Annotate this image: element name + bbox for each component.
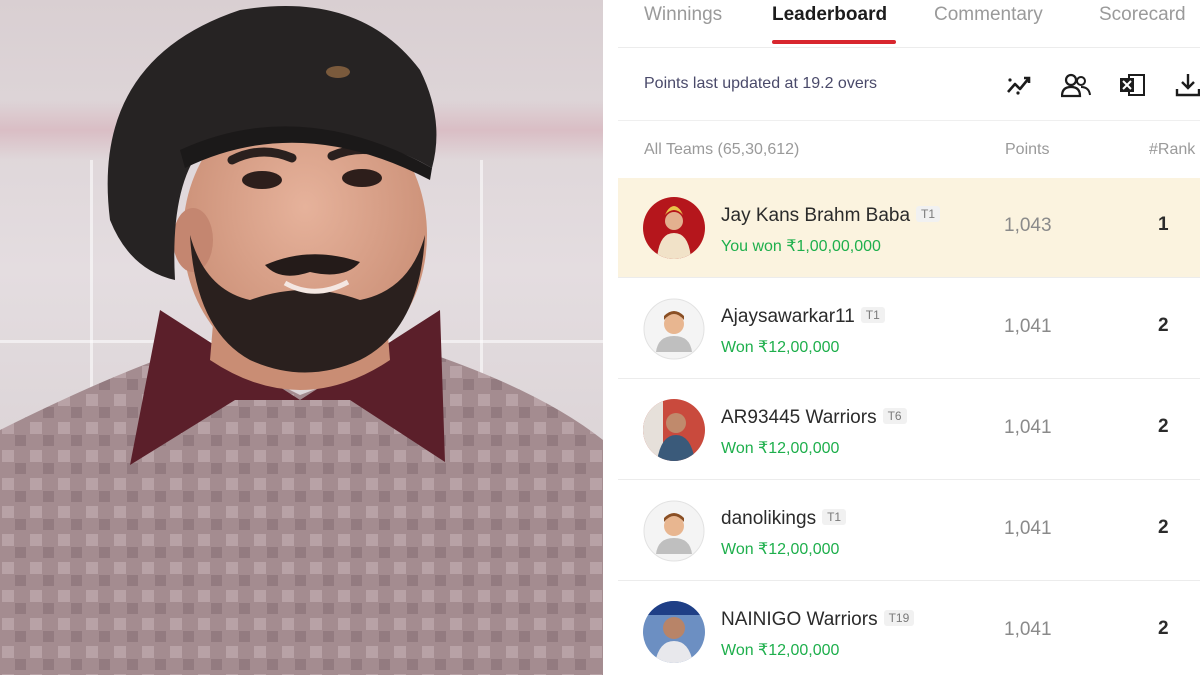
leaderboard-panel: Winnings Leaderboard Commentary Scorecar…: [603, 0, 1200, 675]
team-rank: 2: [1158, 315, 1169, 336]
winnings-amount: Won ₹12,00,000: [721, 541, 840, 558]
status-bar: Points last updated at 19.2 overs: [618, 48, 1200, 121]
leaderboard-row[interactable]: Ajaysawarkar11 T1 Won ₹12,00,000 1,041 2: [618, 279, 1200, 379]
team-points: 1,041: [1004, 619, 1052, 640]
winnings-amount: Won ₹12,00,000: [721, 440, 840, 457]
winnings-amount: You won ₹1,00,00,000: [721, 238, 881, 255]
tab-bar: Winnings Leaderboard Commentary Scorecar…: [618, 0, 1200, 48]
team-tag: T1: [916, 206, 941, 222]
leaderboard-row[interactable]: NAINIGO Warriors T19 Won ₹12,00,000 1,041…: [618, 582, 1200, 675]
team-tag: T19: [883, 610, 915, 626]
team-tag: T1: [860, 307, 885, 323]
team-rank: 2: [1158, 517, 1169, 538]
tab-commentary[interactable]: Commentary: [934, 4, 1043, 26]
tab-leaderboard[interactable]: Leaderboard: [772, 4, 887, 26]
avatar: [643, 197, 705, 259]
tab-scorecard[interactable]: Scorecard: [1099, 4, 1186, 26]
leaderboard-row[interactable]: danolikings T1 Won ₹12,00,000 1,041 2: [618, 481, 1200, 581]
points-header: Points: [1005, 141, 1050, 158]
team-name: AR93445 Warriors T6: [721, 407, 907, 429]
team-rank: 1: [1158, 214, 1169, 235]
team-name: Ajaysawarkar11 T1: [721, 306, 885, 328]
compare-teams-icon[interactable]: [1060, 72, 1091, 98]
team-name: danolikings T1: [721, 508, 847, 530]
avatar: [643, 601, 705, 663]
active-tab-indicator: [772, 40, 896, 44]
points-updated-text: Points last updated at 19.2 overs: [644, 75, 878, 92]
team-points: 1,041: [1004, 316, 1052, 337]
leaderboard-row[interactable]: AR93445 Warriors T6 Won ₹12,00,000 1,041 …: [618, 380, 1200, 480]
default-avatar-icon: [643, 500, 705, 562]
team-points: 1,041: [1004, 417, 1052, 438]
tab-winnings[interactable]: Winnings: [644, 4, 722, 26]
excel-icon[interactable]: [1117, 72, 1147, 98]
team-points: 1,041: [1004, 518, 1052, 539]
trend-icon[interactable]: [1005, 72, 1035, 98]
winnings-amount: Won ₹12,00,000: [721, 339, 840, 356]
download-icon[interactable]: [1173, 72, 1200, 98]
avatar: [643, 399, 705, 461]
team-tag: T6: [882, 408, 907, 424]
team-name: Jay Kans Brahm Baba T1: [721, 205, 941, 227]
team-rank: 2: [1158, 416, 1169, 437]
team-rank: 2: [1158, 618, 1169, 639]
winnings-amount: Won ₹12,00,000: [721, 642, 840, 659]
person-illustration: [0, 6, 603, 675]
leaderboard-row[interactable]: Jay Kans Brahm Baba T1 You won ₹1,00,00,0…: [618, 178, 1200, 278]
column-header: All Teams (65,30,612) Points #Rank: [618, 121, 1200, 176]
team-tag: T1: [822, 509, 847, 525]
person-photo: [0, 0, 603, 675]
rank-header: #Rank: [1149, 141, 1196, 158]
team-name: NAINIGO Warriors T19: [721, 609, 915, 631]
team-points: 1,043: [1004, 215, 1052, 236]
all-teams-header: All Teams (65,30,612): [644, 141, 800, 158]
default-avatar-icon: [643, 298, 705, 360]
